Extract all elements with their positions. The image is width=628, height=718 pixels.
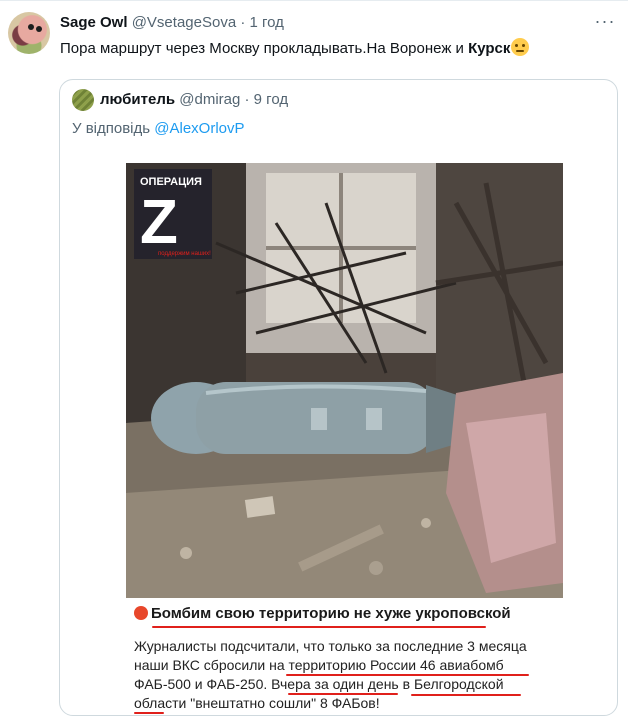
caption-title-text: Бомбим свою территорию не хуже укроповск… [151,605,511,622]
caption-line: наши ВКС сбросили на территорию России 4… [134,657,504,673]
quoted-header-separator: · [244,91,250,108]
body-underline [411,694,521,696]
tweet-header: Sage Owl @VsetageSova · 1 год [60,14,284,31]
logo-letter: Z [140,188,178,257]
quoted-author-handle: @dmirag [179,91,241,108]
quoted-author-avatar [72,89,94,111]
bomb-photo-illustration: ОПЕРАЦИЯ Z поддержим наших! [126,163,563,598]
caption-line: области "внештатно сошли" 8 ФАБов! [134,695,380,711]
image-caption: Бомбим свою территорию не хуже укроповск… [126,598,563,714]
quoted-tweet-header: любитель @dmirag · 9 год [100,91,288,108]
logo-top-text: ОПЕРАЦИЯ [140,176,202,188]
tweet-text-main: Пора маршрут через Москву прокладывать.Н… [60,40,469,57]
caption-title: Бомбим свою территорию не хуже укроповск… [134,605,511,622]
author-name[interactable]: Sage Owl [60,14,128,31]
rolling-eyes-emoji-icon [511,38,530,56]
tweet-text: Пора маршрут через Москву прокладывать.Н… [60,38,620,59]
angry-face-icon [134,606,148,620]
author-avatar[interactable] [8,12,50,54]
body-underline [134,712,164,714]
quoted-tweet-card[interactable]: любитель @dmirag · 9 год У відповідь @Al… [59,79,618,716]
reply-context: У відповідь @AlexOrlovP [72,120,245,137]
title-underline [152,626,486,628]
more-options-icon[interactable]: ··· [594,11,616,31]
logo-sub-text: поддержим наших! [158,251,211,257]
header-separator: · [240,14,246,31]
top-divider [0,0,628,1]
quoted-tweet-image[interactable]: ОПЕРАЦИЯ Z поддержим наших! Бомбим свою … [126,163,563,714]
caption-line: ФАБ-500 и ФАБ-250. Вчера за один день в … [134,676,504,692]
body-underline [286,674,529,676]
tweet-text-bold: Курск [468,40,511,57]
tweet-timestamp[interactable]: 1 год [250,14,284,31]
quoted-timestamp: 9 год [253,91,289,108]
body-underline [288,693,398,695]
bomb-photo: ОПЕРАЦИЯ Z поддержим наших! [126,163,563,598]
caption-line: Журналисты подсчитали, что только за пос… [134,638,527,654]
author-handle[interactable]: @VsetageSova [132,14,236,31]
reply-prefix: У відповідь [72,120,155,137]
quoted-author-name: любитель [100,91,176,108]
reply-mention-link[interactable]: @AlexOrlovP [154,120,244,137]
